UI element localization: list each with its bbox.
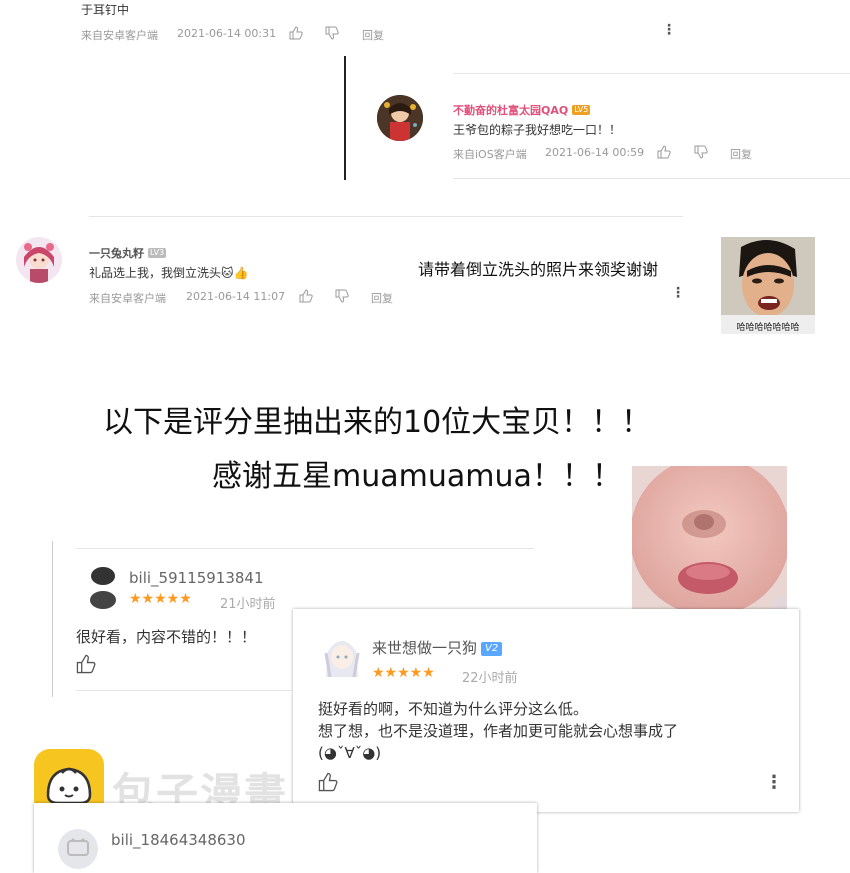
review-username[interactable]: 来世想做一只狗 — [372, 639, 477, 657]
comment-time: 2021-06-14 00:31 — [177, 27, 277, 40]
avatar[interactable] — [58, 829, 98, 869]
reply-button[interactable]: 回复 — [371, 290, 393, 306]
like-icon[interactable] — [289, 25, 303, 44]
photo — [632, 466, 787, 622]
review-text-line: 挺好看的啊，不知道为什么评分这么低。 — [318, 700, 589, 718]
review-time: 22小时前 — [462, 671, 518, 686]
review-time: 21小时前 — [220, 597, 276, 612]
level-badge: LV3 — [148, 247, 167, 258]
like-icon[interactable] — [299, 288, 313, 307]
divider — [453, 178, 850, 179]
divider — [76, 548, 534, 549]
headline: 感谢五星muamuamua！！！ — [212, 459, 622, 494]
divider — [344, 56, 346, 180]
more-icon[interactable]: ⋮ — [662, 22, 676, 38]
reply-button[interactable]: 回复 — [730, 146, 752, 162]
vip-badge: V2 — [481, 641, 503, 656]
caption: 请带着倒立洗头的照片来领奖谢谢 — [418, 260, 659, 279]
reply-time: 2021-06-14 00:59 — [545, 146, 645, 159]
avatar[interactable] — [88, 566, 118, 610]
meme-caption: 哈哈哈哈哈哈哈 — [736, 323, 800, 333]
divider — [76, 690, 291, 691]
comment-text: 礼品选上我，我倒立洗头 — [89, 266, 222, 280]
comment-username[interactable]: 一只兔丸籽 — [89, 247, 144, 260]
review-username[interactable]: bili_18464348630 — [111, 831, 246, 849]
review-text: 很好看，内容不错的！！！ — [76, 628, 257, 646]
comment-source: 来自安卓客户端 — [81, 29, 158, 42]
dislike-icon[interactable] — [325, 25, 339, 44]
like-icon[interactable] — [76, 654, 96, 678]
review-username[interactable]: bili_59115913841 — [129, 569, 264, 587]
reply-source: 来自iOS客户端 — [453, 148, 527, 161]
rating-stars: ★★★★★ — [129, 591, 192, 607]
like-icon[interactable] — [657, 144, 671, 163]
reply-button[interactable]: 回复 — [362, 27, 384, 43]
reply-text: 王爷包的粽子我好想吃一口！！ — [453, 123, 622, 137]
level-badge: LV5 — [572, 104, 591, 115]
dislike-icon[interactable] — [335, 288, 349, 307]
headline: 以下是评分里抽出来的10位大宝贝！！！ — [103, 405, 652, 440]
avatar[interactable] — [322, 633, 362, 681]
comment-text: 于耳钉中 — [81, 3, 130, 17]
review-card — [34, 803, 537, 873]
more-icon[interactable]: ⋮ — [671, 285, 685, 301]
review-text-line: 想了想，也不是没道理，作者加更可能就会心想事成了 — [318, 722, 679, 740]
comment-source: 来自安卓客户端 — [89, 292, 166, 305]
dislike-icon[interactable] — [694, 144, 708, 163]
divider — [89, 216, 683, 217]
divider — [52, 541, 53, 697]
avatar[interactable] — [377, 95, 423, 141]
divider — [453, 73, 850, 74]
comment-time: 2021-06-14 11:07 — [186, 290, 286, 303]
more-icon[interactable]: ⋮ — [765, 772, 783, 793]
review-text: 挺好看的啊，不知道为什么评分这么低。 想了想，也不是没道理，作者加更可能就会心想… — [318, 698, 678, 764]
reply-username[interactable]: 不勤奋的杜富太园QAQ — [453, 104, 568, 117]
like-icon[interactable] — [318, 772, 338, 796]
emoji: 🐱👍 — [221, 266, 249, 280]
review-text-line: (◕ˇ∀ˇ◕) — [318, 744, 382, 762]
rating-stars: ★★★★★ — [372, 665, 435, 681]
avatar[interactable] — [16, 237, 62, 283]
